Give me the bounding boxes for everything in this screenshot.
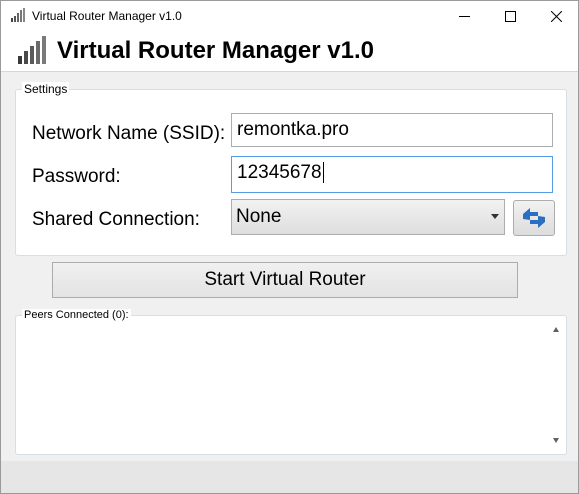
scroll-down-icon[interactable] xyxy=(553,438,559,443)
close-icon xyxy=(550,10,562,22)
settings-legend: Settings xyxy=(22,82,70,96)
shared-connection-label: Shared Connection: xyxy=(32,209,200,230)
peers-list: Peers Connected (0): xyxy=(15,309,567,455)
window-title: Virtual Router Manager v1.0 xyxy=(32,9,182,23)
password-value: 12345678 xyxy=(237,162,322,183)
app-header: Virtual Router Manager v1.0 xyxy=(1,31,578,72)
ssid-input[interactable]: remontka.pro xyxy=(231,113,553,147)
minimize-button[interactable] xyxy=(441,1,487,31)
maximize-icon xyxy=(504,10,516,22)
password-label: Password: xyxy=(32,166,121,187)
signal-bars-icon xyxy=(18,36,46,64)
settings-group: Settings Network Name (SSID): remontka.p… xyxy=(15,82,567,256)
main-content: Settings Network Name (SSID): remontka.p… xyxy=(1,72,578,461)
minimize-icon xyxy=(458,15,470,17)
status-bar xyxy=(1,461,578,493)
peers-scrollbar[interactable] xyxy=(549,320,565,450)
password-input[interactable]: 12345678 xyxy=(231,156,553,193)
peers-legend: Peers Connected (0): xyxy=(22,309,131,321)
shared-connection-value: None xyxy=(236,206,282,227)
close-button[interactable] xyxy=(533,1,578,31)
signal-bars-icon xyxy=(11,8,25,22)
start-router-button[interactable]: Start Virtual Router xyxy=(52,262,518,298)
page-title: Virtual Router Manager v1.0 xyxy=(57,37,374,64)
refresh-arrows-icon xyxy=(523,208,545,228)
shared-connection-select[interactable]: None xyxy=(231,199,505,235)
title-bar[interactable]: Virtual Router Manager v1.0 xyxy=(1,1,578,31)
chevron-down-icon xyxy=(491,214,499,219)
refresh-connections-button[interactable] xyxy=(513,200,555,236)
app-window: Virtual Router Manager v1.0 Virtual Rout… xyxy=(0,0,579,494)
ssid-label: Network Name (SSID): xyxy=(32,123,226,144)
maximize-button[interactable] xyxy=(487,1,533,31)
ssid-value: remontka.pro xyxy=(237,119,349,140)
text-caret xyxy=(322,162,324,184)
scroll-up-icon[interactable] xyxy=(553,327,559,332)
